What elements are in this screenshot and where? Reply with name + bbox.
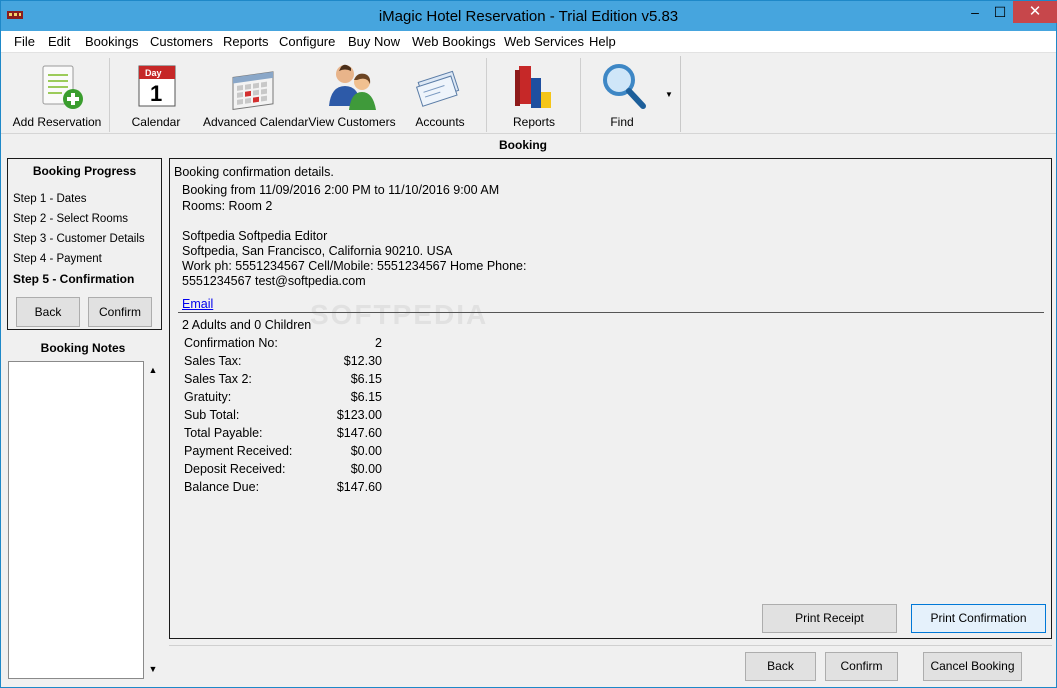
advanced-calendar-label: Advanced Calendar [203,115,309,129]
find-button[interactable]: Find [591,58,653,130]
calendar-icon-day: Day [145,68,162,78]
find-dropdown-icon[interactable]: ▼ [665,90,673,99]
deposit-received-label: Deposit Received: [184,462,286,476]
view-customers-icon [329,64,376,110]
step-payment: Step 4 - Payment [13,253,102,265]
progress-back-button[interactable]: Back [16,297,80,327]
advanced-calendar-button[interactable]: Advanced Calendar [203,58,309,130]
deposit-received-value: $0.00 [350,462,382,476]
window-title: iMagic Hotel Reservation - Trial Edition… [378,8,679,25]
title-bar: iMagic Hotel Reservation - Trial Edition… [1,1,1057,31]
toolbar-divider [1,133,1056,134]
reports-icon [515,66,551,108]
menu-bookings[interactable]: Bookings [85,34,138,49]
calendar-label: Calendar [131,115,181,129]
sub-total-label: Sub Total: [184,408,240,422]
booking-progress-heading: Booking Progress [32,164,137,178]
balance-due-label: Balance Due: [184,480,260,494]
accounts-icon [415,70,460,107]
total-payable-value: $147.60 [336,426,382,440]
notes-scroll-down-icon[interactable]: ▼ [147,664,159,674]
toolbar-separator [109,58,110,132]
menu-edit[interactable]: Edit [48,34,70,49]
booking-dates: Booking from 11/09/2016 2:00 PM to 11/10… [182,183,500,197]
booking-notes-textarea[interactable] [8,361,144,679]
add-reservation-label: Add Reservation [12,115,102,129]
menu-configure[interactable]: Configure [279,34,335,49]
step-dates: Step 1 - Dates [13,193,87,205]
menu-bar: File Edit Bookings Customers Reports Con… [1,31,1056,53]
confirm-button[interactable]: Confirm [825,652,898,681]
toolbar-panel: Add Reservation Day 1 Calendar Advanced … [5,56,681,132]
customer-name: Softpedia Softpedia Editor [182,229,328,243]
confirmation-no-label: Confirmation No: [184,336,278,350]
menu-customers[interactable]: Customers [150,34,213,49]
toolbar-separator [580,58,581,132]
calendar-button[interactable]: Day 1 Calendar [123,58,189,130]
cancel-booking-button[interactable]: Cancel Booking [923,652,1022,681]
booking-rooms: Rooms: Room 2 [182,199,273,213]
advanced-calendar-icon [232,71,274,110]
add-reservation-button[interactable]: Add Reservation [11,58,103,130]
add-reservation-icon [42,65,83,109]
notes-scroll-up-icon[interactable]: ▲ [147,365,159,375]
customer-address: Softpedia, San Francisco, California 902… [182,244,453,258]
back-button[interactable]: Back [745,652,816,681]
accounts-button[interactable]: Accounts [405,58,475,130]
reports-button[interactable]: Reports [499,58,569,130]
app-window: iMagic Hotel Reservation - Trial Edition… [0,0,1057,688]
menu-file[interactable]: File [14,34,35,49]
email-link[interactable]: Email [182,297,213,311]
maximize-button[interactable]: ☐ [987,1,1013,23]
watermark: SOFTPEDIA [310,299,489,330]
reports-label: Reports [512,115,556,129]
print-confirmation-button[interactable]: Print Confirmation [911,604,1046,633]
menu-web-services[interactable]: Web Services [504,34,584,49]
accounts-label: Accounts [415,115,465,129]
sales-tax-2-value: $6.15 [350,372,382,386]
sales-tax-label: Sales Tax: [184,354,242,368]
details-divider [178,312,1044,313]
sales-tax-value: $12.30 [343,354,382,368]
step-customer-details: Step 3 - Customer Details [13,233,145,245]
sales-tax-2-label: Sales Tax 2: [184,372,252,386]
step-confirmation: Step 5 - Confirmation [13,272,135,286]
find-label: Find [610,115,634,129]
toolbar-separator [486,58,487,132]
search-icon [603,64,646,109]
total-payable-label: Total Payable: [184,426,263,440]
print-receipt-button[interactable]: Print Receipt [762,604,897,633]
footer-divider [169,645,1052,646]
gratuity-value: $6.15 [350,390,382,404]
confirmation-no-value: 2 [375,336,382,350]
guest-count: 2 Adults and 0 Children [182,318,312,332]
sub-total-value: $123.00 [336,408,382,422]
customer-phone-email: 5551234567 test@softpedia.com [182,274,366,288]
menu-reports[interactable]: Reports [223,34,269,49]
minimize-button[interactable]: – [963,1,987,23]
section-title: Booking [499,138,547,152]
menu-help[interactable]: Help [589,34,616,49]
close-button[interactable]: ✕ [1013,1,1057,23]
menu-web-bookings[interactable]: Web Bookings [412,34,496,49]
balance-due-value: $147.60 [336,480,382,494]
calendar-icon-number: 1 [150,81,162,106]
toolbar: Add Reservation Day 1 Calendar Advanced … [1,54,1056,134]
payment-received-value: $0.00 [350,444,382,458]
customer-phones: Work ph: 5551234567 Cell/Mobile: 5551234… [182,259,527,273]
details-heading: Booking confirmation details. [174,165,334,179]
progress-confirm-button[interactable]: Confirm [88,297,152,327]
payment-received-label: Payment Received: [184,444,293,458]
booking-details-panel: SOFTPEDIA Booking confirmation details. … [169,158,1052,639]
booking-notes-heading: Booking Notes [40,341,126,355]
calendar-icon: Day 1 [138,65,176,107]
menu-buy-now[interactable]: Buy Now [348,34,400,49]
gratuity-label: Gratuity: [184,390,232,404]
booking-progress-panel: Booking Progress Step 1 - Dates Step 2 -… [7,158,162,330]
view-customers-label: View Customers [308,115,396,129]
view-customers-button[interactable]: View Customers [307,58,397,130]
step-select-rooms: Step 2 - Select Rooms [13,213,129,225]
